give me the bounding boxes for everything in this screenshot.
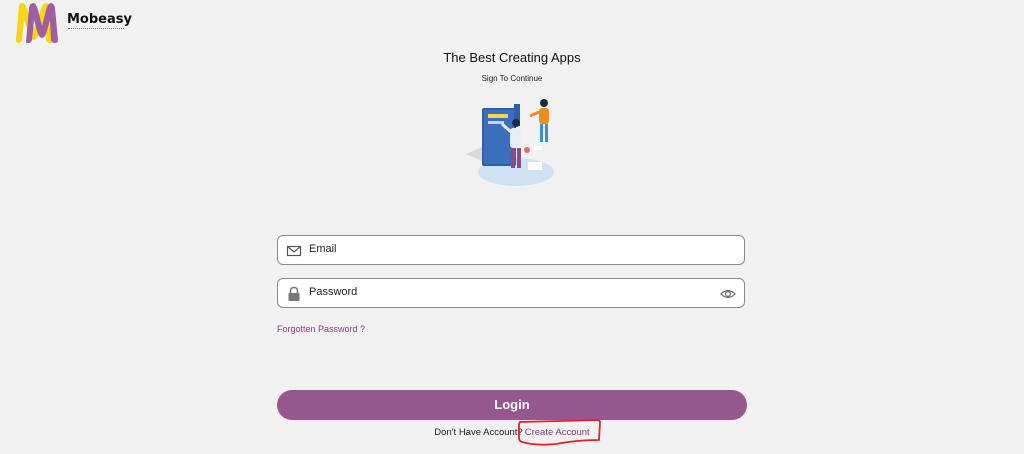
people-at-screen-illustration bbox=[466, 99, 554, 186]
brand-logo[interactable]: Mobeasy bbox=[10, 0, 150, 44]
brand-name: Mobeasy bbox=[67, 12, 132, 27]
signup-row: Don't Have Account? Create Account bbox=[0, 427, 1024, 438]
forgot-password-link[interactable]: Forgotten Password ? bbox=[277, 324, 365, 334]
no-account-text: Don't Have Account? bbox=[434, 427, 523, 438]
email-placeholder: Email bbox=[309, 243, 337, 255]
email-field[interactable]: Email bbox=[277, 235, 745, 265]
password-field[interactable]: Password bbox=[277, 278, 745, 308]
mail-icon bbox=[286, 245, 302, 257]
login-button[interactable]: Login bbox=[277, 390, 747, 420]
page-title: The Best Creating Apps bbox=[443, 50, 581, 65]
m-logo-icon bbox=[16, 2, 58, 44]
password-placeholder: Password bbox=[309, 286, 358, 298]
eye-icon[interactable] bbox=[720, 287, 736, 301]
page-subtitle: Sign To Continue bbox=[481, 74, 543, 83]
lock-icon bbox=[288, 286, 300, 301]
brand-tagline-mark bbox=[68, 26, 124, 29]
highlight-annotation bbox=[518, 419, 601, 446]
